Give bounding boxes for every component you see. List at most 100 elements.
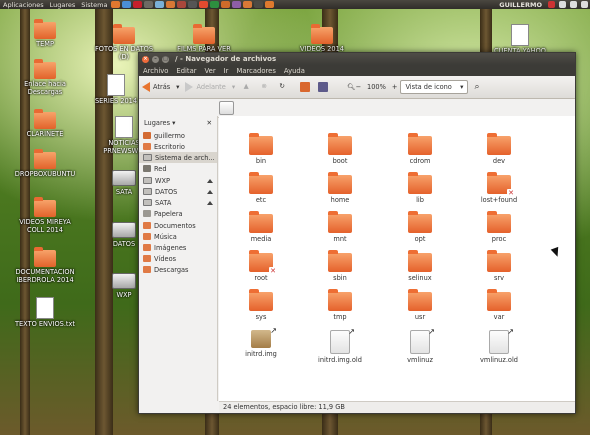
menu-ver[interactable]: Ver xyxy=(201,67,220,75)
sidebar-item[interactable]: Imágenes xyxy=(139,242,217,253)
network-icon[interactable] xyxy=(559,1,566,8)
file-item[interactable]: selinux xyxy=(385,250,455,282)
menu-marcadores[interactable]: Marcadores xyxy=(232,67,279,75)
sidebar-item[interactable]: Documentos xyxy=(139,220,217,231)
sidebar-title[interactable]: Lugares ▾ xyxy=(144,119,175,127)
app-launcher-icon[interactable] xyxy=(232,1,242,8)
app-launcher-icon[interactable] xyxy=(254,1,264,8)
sidebar-item[interactable]: Vídeos xyxy=(139,253,217,264)
file-item[interactable]: srv xyxy=(464,250,534,282)
sidebar-item[interactable]: Descargas xyxy=(139,264,217,275)
desktop-icon-documentacion[interactable]: DOCUMENTACION IBERDROLA 2014 xyxy=(13,247,77,284)
file-item[interactable]: ↗ vmlinuz.old xyxy=(464,327,534,364)
file-item[interactable]: etc xyxy=(226,172,296,204)
reload-button[interactable]: ↻ xyxy=(277,82,289,92)
file-item[interactable]: ↗ initrd.img.old xyxy=(305,327,375,364)
app-launcher-icon[interactable] xyxy=(188,1,198,8)
desktop-icon-descargas-link[interactable]: Enlace hacia Descargas xyxy=(13,59,77,96)
menu-ir[interactable]: Ir xyxy=(220,67,233,75)
back-history-dropdown-icon[interactable]: ▾ xyxy=(176,83,179,91)
panel-menu-places[interactable]: Lugares xyxy=(47,1,79,9)
desktop-icon-videos-2014[interactable]: VIDEOS 2014 xyxy=(290,24,354,53)
power-icon[interactable] xyxy=(581,1,588,8)
file-item[interactable]: ↗ vmlinuz xyxy=(385,327,455,364)
panel-menu-applications[interactable]: Aplicaciones xyxy=(0,1,47,9)
file-item[interactable]: proc xyxy=(464,211,534,243)
maximize-window-button[interactable]: □ xyxy=(162,55,169,63)
file-item[interactable]: bin xyxy=(226,133,296,165)
minimize-window-button[interactable]: – xyxy=(152,55,159,63)
file-item[interactable]: opt xyxy=(385,211,455,243)
file-item[interactable]: sys xyxy=(226,289,296,321)
app-launcher-icon[interactable] xyxy=(243,1,253,8)
file-item[interactable]: mnt xyxy=(305,211,375,243)
zoom-in-button[interactable]: + xyxy=(392,83,398,91)
file-item[interactable]: sbin xyxy=(305,250,375,282)
app-launcher-icon[interactable] xyxy=(155,1,165,8)
file-item[interactable]: ✕ root xyxy=(226,250,296,282)
close-window-button[interactable]: × xyxy=(142,55,149,63)
file-item[interactable]: var xyxy=(464,289,534,321)
panel-menu-system[interactable]: Sistema xyxy=(78,1,110,9)
app-launcher-icon[interactable] xyxy=(210,1,220,8)
window-titlebar[interactable]: × – □ / - Navegador de archivos xyxy=(139,53,575,65)
panel-user-name[interactable]: GUILLERMO xyxy=(499,1,542,9)
sidebar-item[interactable]: Papelera xyxy=(139,208,217,219)
file-item[interactable]: ✕ lost+found xyxy=(464,172,534,204)
file-item[interactable]: lib xyxy=(385,172,455,204)
view-mode-select[interactable]: Vista de icono ▾ xyxy=(400,80,469,94)
sidebar-item[interactable]: Música xyxy=(139,231,217,242)
sidebar-item[interactable]: Red xyxy=(139,163,217,174)
app-launcher-icon[interactable] xyxy=(166,1,176,8)
stop-button[interactable]: ⊗ xyxy=(259,82,271,92)
desktop-icon-dropbox[interactable]: DROPBOXUBUNTU xyxy=(13,149,77,178)
file-item[interactable]: media xyxy=(226,211,296,243)
chrome-launcher-icon[interactable] xyxy=(122,1,132,8)
sidebar-item[interactable]: DATOS xyxy=(139,186,217,197)
volume-icon[interactable] xyxy=(570,1,577,8)
eject-icon[interactable] xyxy=(207,200,213,205)
menu-editar[interactable]: Editar xyxy=(172,67,200,75)
app-launcher-icon[interactable] xyxy=(199,1,209,8)
sidebar-item[interactable]: guillermo xyxy=(139,130,217,141)
file-item[interactable]: cdrom xyxy=(385,133,455,165)
file-item[interactable]: tmp xyxy=(305,289,375,321)
opera-launcher-icon[interactable] xyxy=(133,1,143,8)
file-item[interactable]: dev xyxy=(464,133,534,165)
close-sidebar-icon[interactable]: ✕ xyxy=(206,119,212,127)
desktop-icon-texto-envios[interactable]: TEXTO ENVIOS.txt xyxy=(13,297,77,328)
firefox-launcher-icon[interactable] xyxy=(111,1,121,8)
sidebar-item[interactable]: Sistema de arch... xyxy=(139,152,217,163)
search-button[interactable]: ⌕ xyxy=(474,82,479,92)
file-name: selinux xyxy=(408,274,432,282)
file-item[interactable]: usr xyxy=(385,289,455,321)
file-item[interactable]: boot xyxy=(305,133,375,165)
folder-icon xyxy=(34,197,56,217)
sidebar-item[interactable]: Escritorio xyxy=(139,141,217,152)
mail-icon[interactable] xyxy=(548,1,555,8)
back-button[interactable]: Atrás ▾ xyxy=(142,82,179,92)
app-launcher-icon[interactable] xyxy=(265,1,275,8)
eject-icon[interactable] xyxy=(207,189,213,194)
forward-button[interactable]: Adelante ▾ xyxy=(185,82,235,92)
computer-button[interactable] xyxy=(318,82,330,92)
app-launcher-icon[interactable] xyxy=(221,1,231,8)
desktop-icon-clarinete[interactable]: CLARINETE xyxy=(13,109,77,138)
path-root-button[interactable] xyxy=(219,101,234,115)
sidebar-item[interactable]: SATA xyxy=(139,197,217,208)
desktop-icon-videos-mireya[interactable]: VIDEOS MIREYA COLL 2014 xyxy=(13,197,77,234)
forward-history-dropdown-icon[interactable]: ▾ xyxy=(232,83,235,91)
file-item[interactable]: ↗ initrd.img xyxy=(226,326,296,358)
app-launcher-icon[interactable] xyxy=(177,1,187,8)
desktop-icon-cuenta-yahoo[interactable]: CUENTA YAHOO xyxy=(488,24,552,55)
zoom-out-button[interactable]: 🔍︎− xyxy=(347,83,361,91)
app-launcher-icon[interactable] xyxy=(144,1,154,8)
up-button[interactable]: ▲ xyxy=(241,82,253,92)
home-button[interactable] xyxy=(300,82,312,92)
menu-archivo[interactable]: Archivo xyxy=(139,67,172,75)
menu-ayuda[interactable]: Ayuda xyxy=(280,67,309,75)
eject-icon[interactable] xyxy=(207,178,213,183)
desktop-icon-temp[interactable]: TEMP xyxy=(13,19,77,48)
file-item[interactable]: home xyxy=(305,172,375,204)
sidebar-item[interactable]: WXP xyxy=(139,175,217,186)
